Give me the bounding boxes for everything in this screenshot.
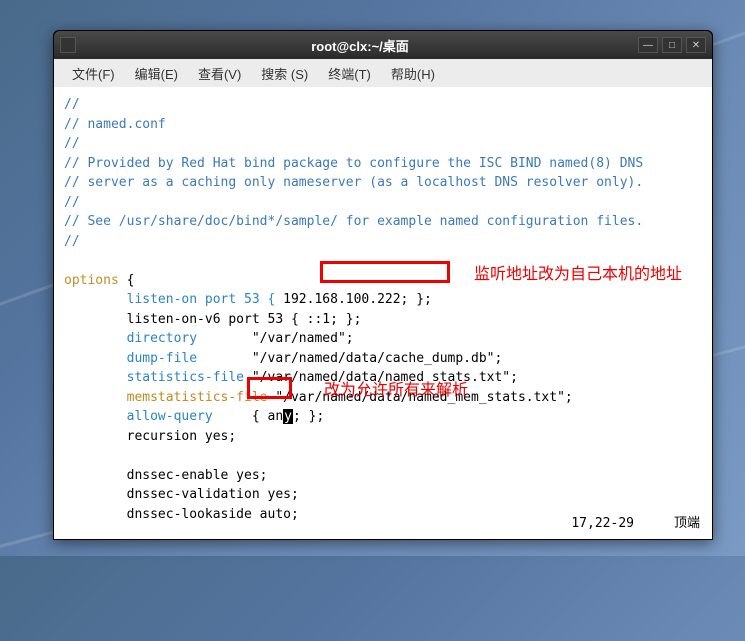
maximize-button[interactable]: □ bbox=[662, 37, 682, 53]
vim-statusbar: 17,22-29 顶端 bbox=[66, 514, 700, 534]
comment-line: // named.conf bbox=[64, 117, 166, 132]
comment-line: // server as a caching only nameserver (… bbox=[64, 175, 643, 190]
annotation-box-ip bbox=[320, 261, 450, 283]
menu-help[interactable]: 帮助(H) bbox=[381, 60, 445, 87]
menu-terminal[interactable]: 终端(T) bbox=[318, 60, 381, 87]
comment-line: // bbox=[64, 195, 80, 210]
comment-line: // bbox=[64, 97, 80, 112]
file-position: 顶端 bbox=[674, 514, 700, 534]
stats-key: statistics-file bbox=[64, 370, 244, 385]
options-keyword: options bbox=[64, 273, 119, 288]
annotation-text-ip: 监听地址改为自己本机的地址 bbox=[474, 263, 682, 287]
memstats-key: memstatistics-file bbox=[64, 390, 268, 405]
listen-v6-line: listen-on-v6 port 53 { ::1; }; bbox=[64, 312, 361, 327]
brace-open: { bbox=[119, 273, 135, 288]
directory-key: directory bbox=[64, 331, 197, 346]
menubar: 文件(F) 编辑(E) 查看(V) 搜索 (S) 终端(T) 帮助(H) bbox=[54, 59, 712, 87]
dnssec-enable-line: dnssec-enable yes; bbox=[64, 468, 268, 483]
cursor: y bbox=[283, 409, 293, 424]
comment-line: // bbox=[64, 234, 80, 249]
close-button[interactable]: ✕ bbox=[686, 37, 706, 53]
menu-search[interactable]: 搜索 (S) bbox=[251, 60, 318, 87]
comment-line: // Provided by Red Hat bind package to c… bbox=[64, 156, 643, 171]
allow-sp: { bbox=[213, 409, 268, 424]
directory-val: "/var/named"; bbox=[197, 331, 354, 346]
allow-query-key: allow-query bbox=[64, 409, 213, 424]
allow-val2: ; bbox=[293, 409, 301, 424]
menu-view[interactable]: 查看(V) bbox=[188, 60, 251, 87]
terminal-window: root@clx:~/桌面 — □ ✕ 文件(F) 编辑(E) 查看(V) 搜索… bbox=[53, 30, 713, 540]
cursor-position: 17,22-29 bbox=[571, 514, 634, 534]
listen-on-directive: listen-on port 53 { bbox=[64, 292, 283, 307]
minimize-button[interactable]: — bbox=[638, 37, 658, 53]
dnssec-validation-line: dnssec-validation yes; bbox=[64, 487, 299, 502]
comment-line: // See /usr/share/doc/bind*/sample/ for … bbox=[64, 214, 643, 229]
allow-val1: an bbox=[268, 409, 284, 424]
terminal-icon bbox=[60, 37, 76, 53]
window-title: root@clx:~/桌面 bbox=[82, 36, 638, 55]
comment-line: // bbox=[64, 136, 80, 151]
terminal-content[interactable]: // // named.conf // // Provided by Red H… bbox=[54, 87, 712, 539]
listen-ip: 192.168.100.222; bbox=[283, 292, 408, 307]
recursion-line: recursion yes; bbox=[64, 429, 236, 444]
titlebar[interactable]: root@clx:~/桌面 — □ ✕ bbox=[54, 31, 712, 59]
dumpfile-val: "/var/named/data/cache_dump.db"; bbox=[197, 351, 502, 366]
dumpfile-key: dump-file bbox=[64, 351, 197, 366]
listen-end: }; bbox=[408, 292, 431, 307]
menu-edit[interactable]: 编辑(E) bbox=[125, 60, 188, 87]
allow-end: }; bbox=[301, 409, 324, 424]
menu-file[interactable]: 文件(F) bbox=[62, 60, 125, 87]
annotation-text-any: 改为允许所有来解析 bbox=[324, 379, 468, 403]
